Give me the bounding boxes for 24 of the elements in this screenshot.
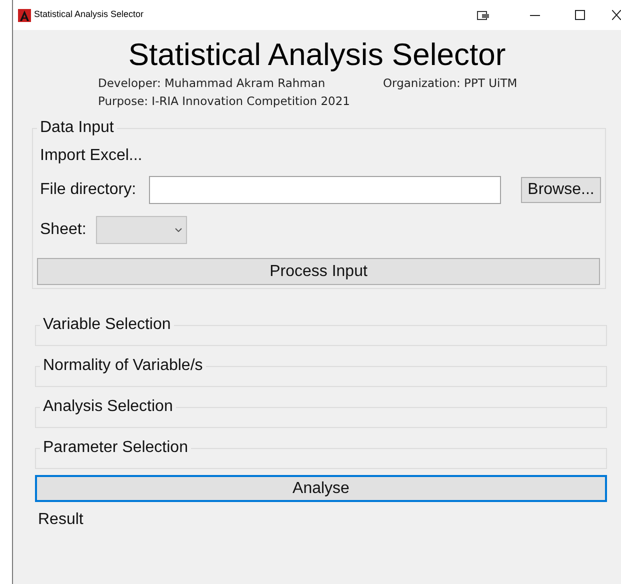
- group-title: Normality of Variable/s: [42, 356, 204, 376]
- minimize-icon[interactable]: [530, 14, 540, 16]
- developer-text: Developer: Muhammad Akram Rahman: [98, 75, 326, 92]
- close-icon[interactable]: [612, 10, 621, 20]
- sheet-label: Sheet:: [40, 220, 88, 240]
- purpose-text: Purpose: I-RIA Innovation Competition 2021: [98, 93, 350, 110]
- result-label: Result: [38, 510, 84, 530]
- group-title: Data Input: [39, 118, 115, 138]
- analyse-button[interactable]: Analyse: [35, 475, 607, 502]
- group-title: Parameter Selection: [42, 438, 189, 458]
- window-mode-icon[interactable]: [477, 10, 490, 20]
- file-directory-label: File directory:: [40, 180, 138, 200]
- window-title: Statistical Analysis Selector: [34, 8, 144, 22]
- process-input-button[interactable]: Process Input: [37, 258, 600, 285]
- group-title: Analysis Selection: [42, 397, 174, 417]
- app-heading: Statistical Analysis Selector: [128, 36, 506, 74]
- app-logo-icon: [18, 8, 31, 22]
- chevron-down-icon: [175, 228, 182, 232]
- file-directory-field[interactable]: [149, 176, 501, 204]
- import-label: Import Excel...: [40, 146, 144, 166]
- maximize-icon[interactable]: [575, 10, 585, 20]
- browse-button[interactable]: Browse...: [521, 177, 601, 203]
- group-title: Variable Selection: [42, 315, 172, 335]
- organization-text: Organization: PPT UiTM: [383, 75, 518, 92]
